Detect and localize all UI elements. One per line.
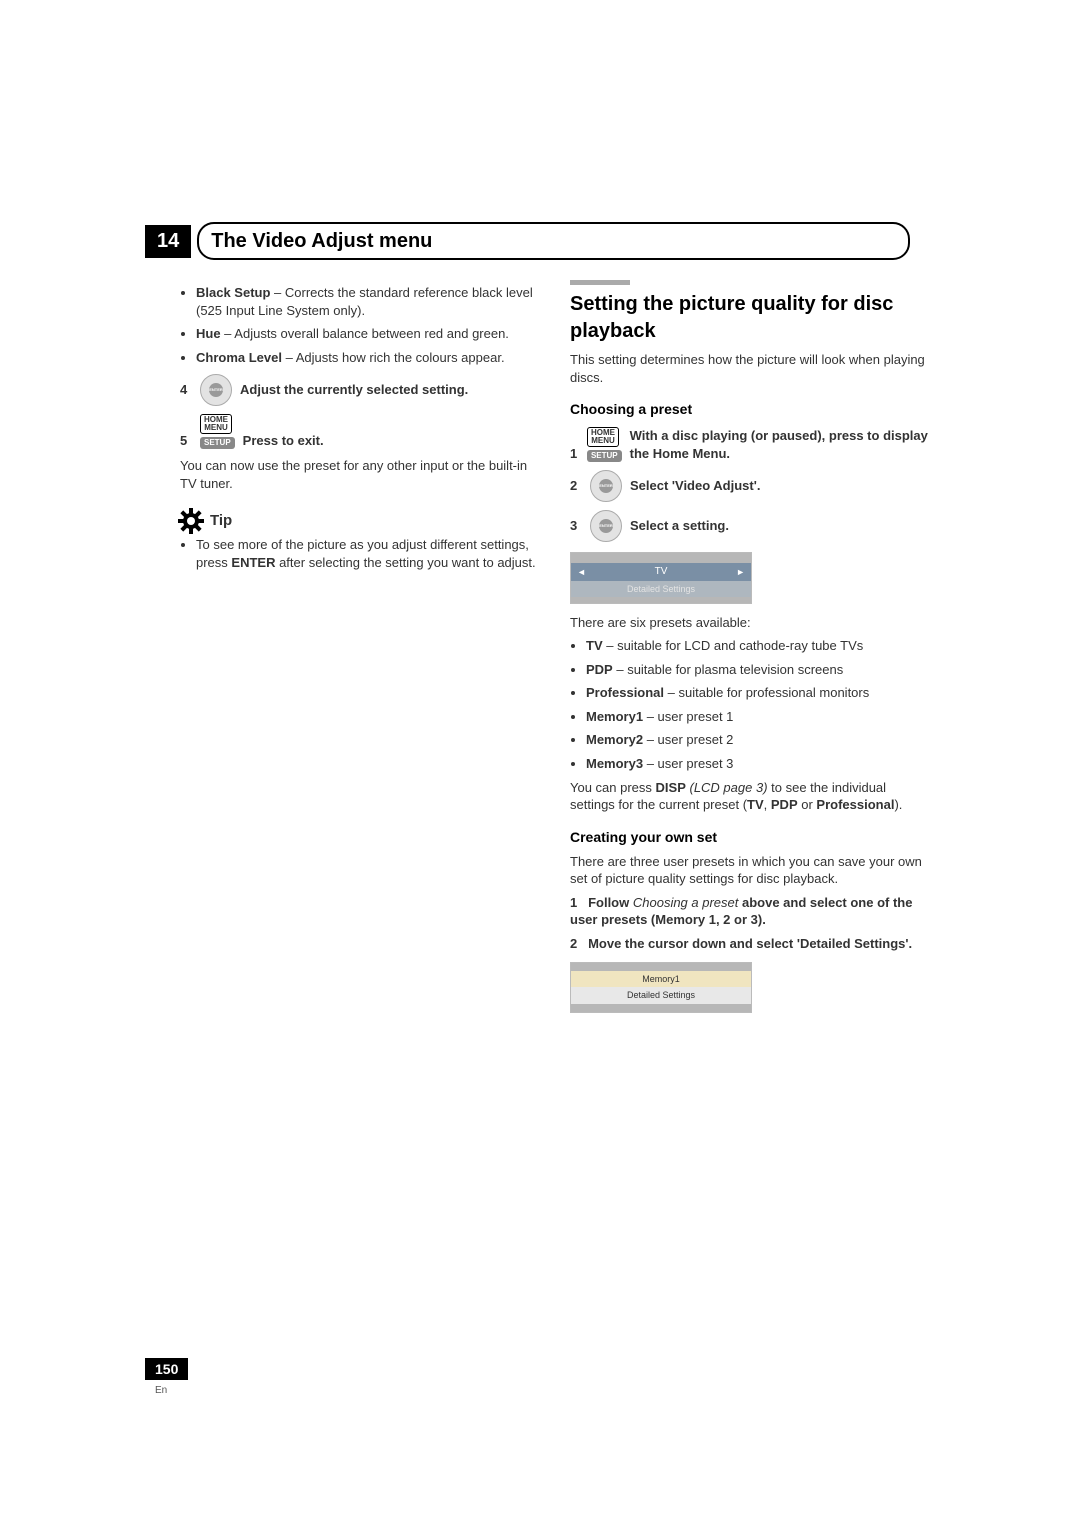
ui-preview-preset: ◄ TV ► Detailed Settings [570,552,752,604]
post-step-text: You can now use the preset for any other… [180,457,540,492]
tip-list: To see more of the picture as you adjust… [180,536,540,571]
button-icons: HOME MENU SETUP [587,427,622,462]
subheading-creating: Creating your own set [570,828,930,847]
list-item: PDP – suitable for plasma television scr… [586,661,930,679]
left-arrow-icon: ◄ [577,566,586,578]
ui-preview-memory: Memory1 Detailed Settings [570,962,752,1012]
chapter-title: The Video Adjust menu [211,230,432,253]
setup-icon: SETUP [587,450,622,462]
step-number: 5 [180,432,192,450]
step-text: With a disc playing (or paused), press t… [630,427,930,462]
list-item: Chroma Level – Adjusts how rich the colo… [196,349,540,367]
home-menu-icon: HOME MENU [587,427,619,447]
ui-active-label: TV [655,565,668,579]
page-number: 150 [145,1358,188,1380]
step-text: Press to exit. [243,432,324,450]
ui-detail-row: Detailed Settings [571,987,751,1003]
content-columns: Black Setup – Corrects the standard refe… [120,280,960,1023]
tip-label: Tip [210,511,232,531]
step-2: 2 ENTER Select 'Video Adjust'. [570,470,930,502]
ui-active-row: ◄ TV ► [571,563,751,581]
enter-icon: ENTER [200,374,232,406]
enter-icon: ENTER [590,510,622,542]
creating-step-1: 1 Follow Choosing a preset above and sel… [570,894,930,929]
creating-step-2: 2 Move the cursor down and select 'Detai… [570,935,930,953]
ui-detail-row: Detailed Settings [571,581,751,597]
right-arrow-icon: ► [736,566,745,578]
step-number: 3 [570,517,582,535]
presets-intro: There are six presets available: [570,614,930,632]
setup-icon: SETUP [200,437,235,449]
presets-list: TV – suitable for LCD and cathode-ray tu… [570,637,930,772]
step-1: 1 HOME MENU SETUP With a disc playing (o… [570,427,930,462]
enter-icon: ENTER [590,470,622,502]
left-column: Black Setup – Corrects the standard refe… [180,280,540,1023]
settings-bullets: Black Setup – Corrects the standard refe… [180,284,540,366]
gear-icon [180,510,202,532]
list-item: Memory3 – user preset 3 [586,755,930,773]
manual-page: 14 The Video Adjust menu Black Setup – C… [0,0,1080,1528]
list-item: Black Setup – Corrects the standard refe… [196,284,540,319]
section-intro: This setting determines how the picture … [570,351,930,386]
step-3: 3 ENTER Select a setting. [570,510,930,542]
button-icons: HOME MENU SETUP [200,414,235,449]
step-text: Adjust the currently selected setting. [240,381,468,399]
section-heading: Setting the picture quality for disc pla… [570,291,930,345]
list-item: Professional – suitable for professional… [586,684,930,702]
list-item: Hue – Adjusts overall balance between re… [196,325,540,343]
step-text: Select a setting. [630,517,729,535]
list-item: TV – suitable for LCD and cathode-ray tu… [586,637,930,655]
ui-memory-row: Memory1 [571,971,751,987]
section-divider [570,280,630,285]
list-item: Memory2 – user preset 2 [586,731,930,749]
step-number: 4 [180,381,192,399]
chapter-header: 14 The Video Adjust menu [145,222,910,260]
tip-heading: Tip [180,510,540,532]
chapter-number: 14 [145,225,191,258]
step-5: 5 HOME MENU SETUP Press to exit. [180,414,540,449]
creating-intro: There are three user presets in which yo… [570,853,930,888]
step-number: 1 [570,445,579,463]
subheading-choosing: Choosing a preset [570,400,930,419]
chapter-title-pill: The Video Adjust menu [197,222,910,260]
list-item: To see more of the picture as you adjust… [196,536,540,571]
right-column: Setting the picture quality for disc pla… [570,280,930,1023]
list-item: Memory1 – user preset 1 [586,708,930,726]
step-text: Select 'Video Adjust'. [630,477,760,495]
home-menu-icon: HOME MENU [200,414,232,434]
page-language: En [155,1385,167,1396]
step-number: 2 [570,477,582,495]
step-4: 4 ENTER Adjust the currently selected se… [180,374,540,406]
disp-note: You can press DISP (LCD page 3) to see t… [570,779,930,814]
